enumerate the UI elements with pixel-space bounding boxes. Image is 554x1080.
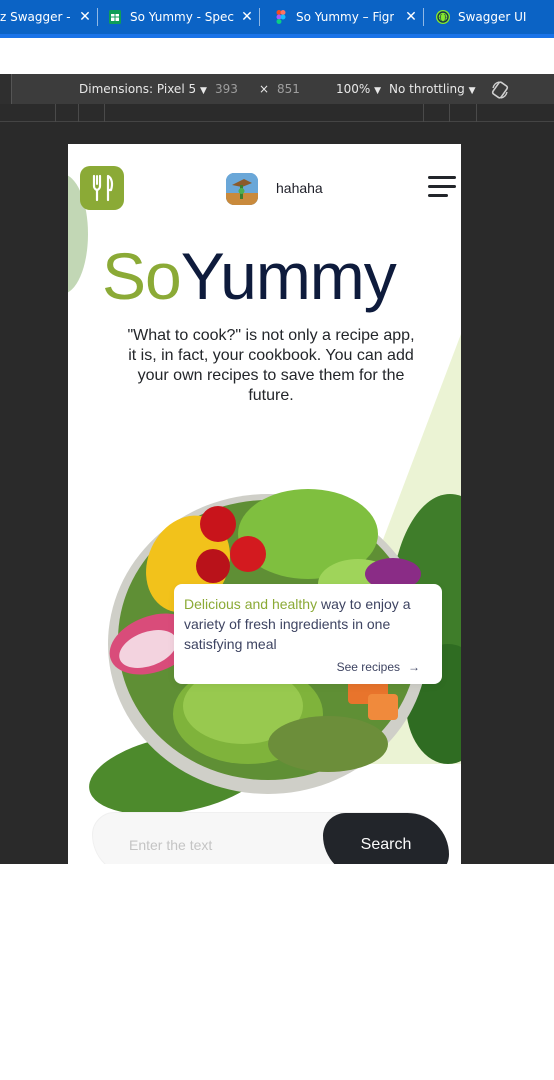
swagger-icon: {}: [436, 10, 450, 24]
ruler-tick: [423, 104, 424, 122]
hero-title: SoYummy: [102, 236, 397, 316]
utensils-icon: [92, 174, 114, 202]
tab-label: So Yummy - Spec: [130, 10, 234, 24]
times-sign: ×: [259, 82, 270, 96]
ruler-tick: [55, 104, 56, 122]
tab-label: So Yummy – Figm: [296, 10, 394, 24]
arrow-right-icon: →: [408, 660, 420, 674]
dropdown-arrow-icon: ▼: [468, 86, 476, 96]
close-icon[interactable]: ✕: [240, 10, 254, 24]
device-dimensions-select[interactable]: Dimensions: Pixel 5 ▼: [79, 82, 207, 96]
svg-text:{}: {}: [439, 14, 448, 22]
ruler-tick: [104, 104, 105, 122]
search-input[interactable]: [129, 835, 309, 855]
user-avatar[interactable]: [226, 173, 258, 205]
media-query-bar: [0, 104, 554, 122]
close-icon[interactable]: ✕: [404, 10, 418, 24]
hero-description: "What to cook?" is not only a recipe app…: [127, 327, 415, 404]
title-yummy: Yummy: [180, 239, 397, 313]
device-toolbar: Dimensions: Pixel 5 ▼ 393 × 851 100% ▼ N…: [0, 74, 554, 104]
dropdown-arrow-icon: ▼: [374, 86, 382, 96]
toolbar-edge: [0, 74, 12, 104]
search-button[interactable]: Search: [323, 813, 449, 864]
see-recipes-link[interactable]: See recipes →: [337, 660, 420, 674]
throttling-label: No throttling: [389, 82, 465, 96]
ruler-tick: [78, 104, 79, 122]
search-form: Search: [92, 812, 449, 864]
device-screen: hahaha SoYummy "What to cook?" is not on…: [68, 144, 461, 864]
browser-tab[interactable]: So Yummy - Spec ✕: [98, 0, 260, 34]
app-logo[interactable]: [80, 166, 124, 210]
browser-tab[interactable]: z Swagger - ✕: [0, 0, 98, 34]
sheets-icon: [109, 10, 121, 24]
throttling-select[interactable]: No throttling ▼: [389, 82, 476, 96]
ruler-tick: [476, 104, 477, 122]
card-text: Delicious and healthy way to enjoy a var…: [184, 594, 432, 654]
zoom-select[interactable]: 100% ▼: [336, 82, 381, 96]
tab-label: z Swagger -: [0, 10, 71, 24]
figma-icon: [276, 10, 286, 24]
menu-icon[interactable]: [428, 176, 456, 200]
tab-label: Swagger UI: [458, 10, 527, 24]
zoom-label: 100%: [336, 82, 371, 96]
ruler-tick: [449, 104, 450, 122]
address-area: [0, 38, 554, 74]
close-icon[interactable]: ✕: [78, 10, 92, 24]
height-input[interactable]: 851: [277, 82, 300, 96]
see-recipes-label: See recipes: [336, 660, 400, 674]
recipe-card: Delicious and healthy way to enjoy a var…: [174, 584, 442, 684]
username[interactable]: hahaha: [276, 180, 323, 196]
browser-tab[interactable]: So Yummy – Figm ✕: [260, 0, 424, 34]
browser-tab[interactable]: {} Swagger UI: [424, 0, 554, 34]
device-dimensions-label: Dimensions: Pixel 5: [79, 82, 197, 96]
width-input[interactable]: 393: [215, 82, 238, 96]
browser-tab-strip: z Swagger - ✕ So Yummy - Spec ✕ So Yummy…: [0, 0, 554, 34]
title-so: So: [102, 239, 182, 313]
dropdown-arrow-icon: ▼: [199, 86, 207, 96]
card-highlight: Delicious and healthy: [184, 596, 318, 612]
rotate-device-icon[interactable]: [490, 80, 510, 100]
avatar-image: [226, 173, 258, 205]
